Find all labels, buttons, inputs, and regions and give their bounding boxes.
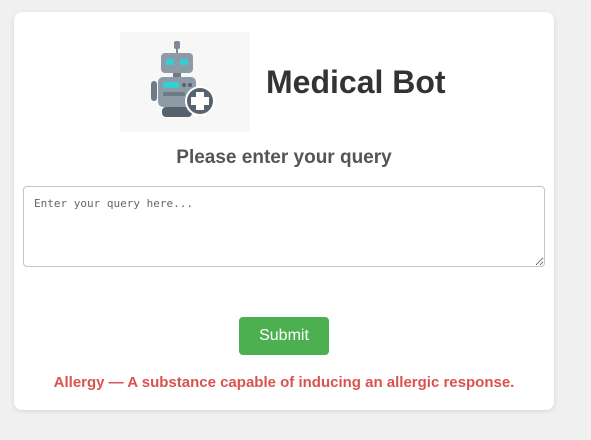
robot-logo-graphic	[151, 41, 215, 117]
page-title: Medical Bot	[266, 63, 446, 100]
header: Medical Bot	[120, 32, 446, 132]
submit-button[interactable]: Submit	[239, 317, 329, 355]
medical-robot-icon	[120, 32, 250, 132]
query-label: Please enter your query	[176, 147, 392, 168]
main-card: Medical Bot Please enter your query Subm…	[14, 12, 554, 410]
response-message: Allergy — A substance capable of inducin…	[53, 374, 515, 391]
query-input[interactable]	[23, 186, 545, 267]
